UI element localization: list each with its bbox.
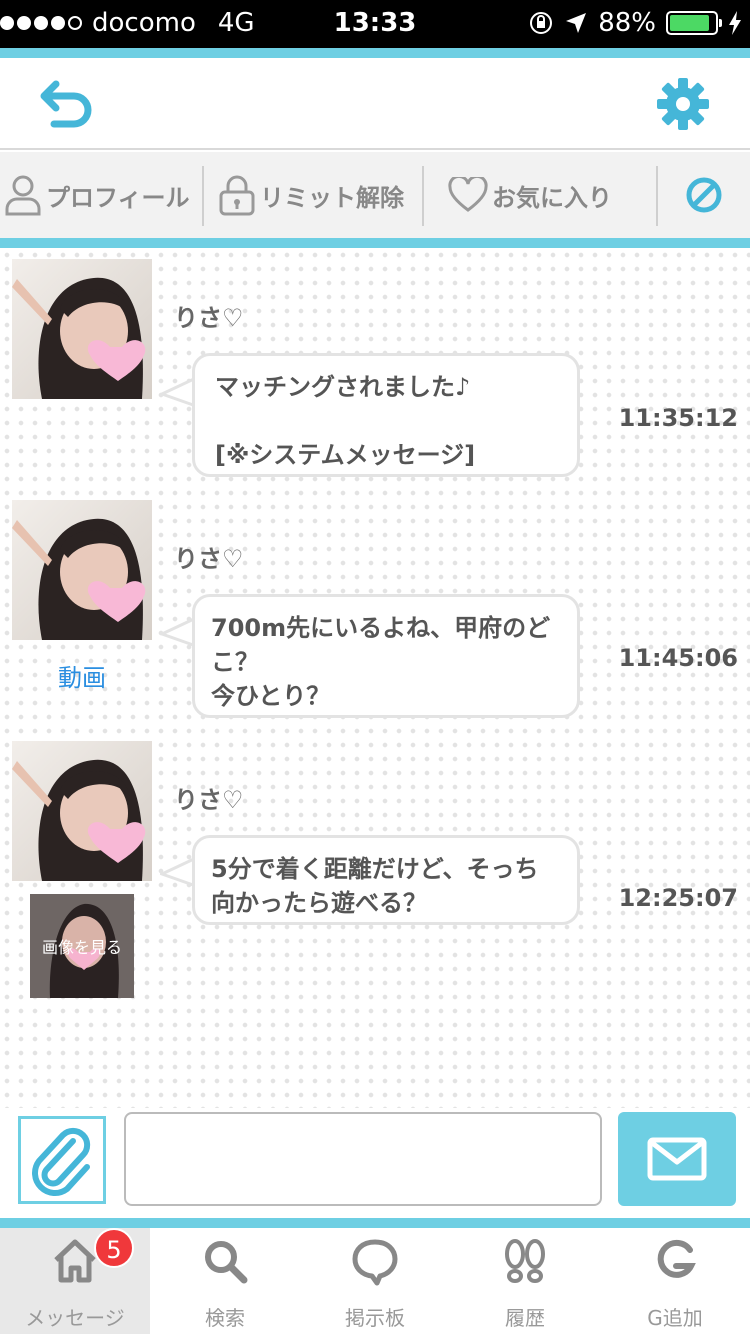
sender-name: りさ♡ — [174, 786, 244, 814]
rotation-lock-icon — [530, 12, 553, 34]
tab-label: 履歴 — [505, 1306, 545, 1330]
back-button[interactable] — [40, 76, 100, 132]
tab-label: メッセージ — [25, 1306, 125, 1330]
message-composer — [0, 1108, 750, 1216]
charging-bolt-icon — [729, 11, 741, 35]
tab-messages[interactable]: 5 メッセージ — [0, 1228, 150, 1334]
tab-search[interactable]: 検索 — [150, 1228, 300, 1334]
header-accent-strip — [0, 48, 750, 58]
gear-icon — [657, 78, 709, 130]
divider — [422, 166, 424, 226]
settings-button[interactable] — [655, 76, 711, 132]
divider — [656, 166, 658, 226]
battery-percent: 88% — [598, 8, 656, 38]
lock-icon — [219, 175, 255, 216]
divider — [202, 166, 204, 226]
unread-badge: 5 — [94, 1228, 134, 1268]
block-button[interactable] — [684, 152, 724, 238]
heart-icon — [448, 177, 488, 212]
chat-area[interactable]: りさ♡ マッチングされました♪ [※システムメッセージ] 11:35:12 動画… — [0, 248, 750, 1108]
tab-board[interactable]: 掲示板 — [300, 1228, 450, 1334]
favorite-tab[interactable]: お気に入り — [448, 152, 612, 238]
limit-release-label: リミット解除 — [260, 183, 404, 212]
message-time: 12:25:07 — [618, 884, 738, 912]
tab-g-add[interactable]: G追加 — [600, 1228, 750, 1334]
status-bar: docomo 4G 13:33 88% — [0, 0, 750, 48]
attach-button[interactable] — [18, 1116, 106, 1204]
message-time: 11:35:12 — [618, 404, 738, 432]
sender-avatar[interactable] — [12, 500, 152, 640]
message-bubble: 700m先にいるよね、甲府のどこ？ 今ひとり？ — [192, 594, 580, 718]
avatar-photo — [12, 500, 152, 640]
avatar-photo — [12, 741, 152, 881]
tab-history[interactable]: 履歴 — [450, 1228, 600, 1334]
profile-label: プロフィール — [46, 183, 190, 212]
tab-label: 掲示板 — [345, 1306, 405, 1330]
view-image-label: 画像を見る — [41, 938, 122, 957]
favorite-label: お気に入り — [492, 183, 612, 212]
message-bubble: マッチングされました♪ [※システムメッセージ] — [192, 353, 580, 477]
tab-label: 検索 — [205, 1306, 245, 1330]
footprints-icon — [505, 1239, 545, 1283]
message-time: 11:45:06 — [618, 644, 738, 672]
tab-label: G追加 — [647, 1306, 703, 1330]
home-icon — [54, 1239, 96, 1283]
sender-name: りさ♡ — [174, 545, 244, 573]
tabbar-accent-strip — [0, 1218, 750, 1228]
envelope-icon — [647, 1137, 707, 1181]
person-icon — [5, 175, 41, 216]
avatar-photo — [12, 259, 152, 399]
profile-tab[interactable]: プロフィール — [4, 152, 190, 238]
g-letter-icon — [657, 1239, 696, 1278]
sender-name: りさ♡ — [174, 304, 244, 332]
nav-header — [0, 58, 750, 150]
send-button[interactable] — [618, 1112, 736, 1206]
attached-image-thumbnail[interactable]: 画像を見る — [30, 894, 134, 998]
message-input[interactable] — [124, 1112, 602, 1206]
action-bar: プロフィール リミット解除 お気に入り — [0, 152, 750, 238]
message-bubble: 5分で着く距離だけど、そっち向かったら遊べる？ — [192, 835, 580, 925]
speech-bubble-icon — [352, 1239, 398, 1286]
undo-arrow-icon — [40, 80, 92, 128]
clock: 13:33 — [333, 8, 417, 38]
battery-icon — [666, 11, 722, 35]
block-icon — [686, 177, 722, 213]
video-link[interactable]: 動画 — [12, 658, 152, 693]
sender-avatar[interactable] — [12, 259, 152, 399]
location-arrow-icon — [566, 13, 587, 33]
paperclip-icon — [32, 1127, 91, 1196]
sender-avatar[interactable] — [12, 741, 152, 881]
limit-release-tab[interactable]: リミット解除 — [218, 152, 404, 238]
search-icon — [205, 1241, 248, 1284]
tab-bar: 5 メッセージ 検索 掲示板 履歴 G追加 — [0, 1228, 750, 1334]
content-accent-strip — [0, 238, 750, 248]
